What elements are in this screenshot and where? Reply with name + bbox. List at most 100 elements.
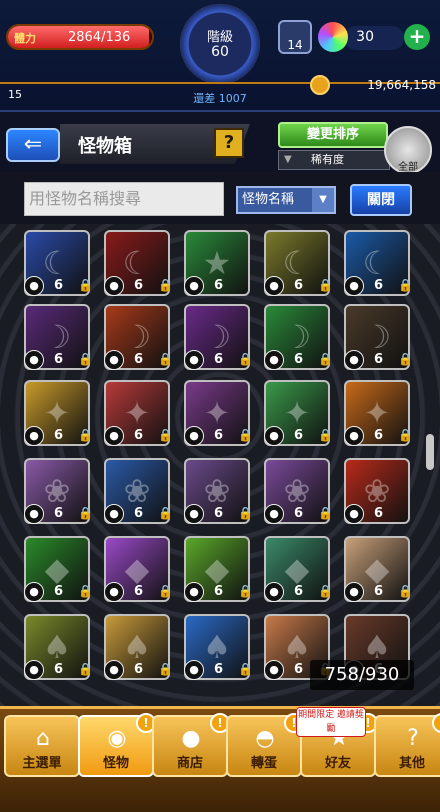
element-icon: ●: [264, 350, 284, 370]
monster-cell[interactable]: ◆ ● 6 🔒: [24, 536, 93, 602]
monster-cell[interactable]: ☽ ● 6 🔒: [24, 304, 93, 370]
nav-label: 其他: [398, 756, 425, 771]
lock-icon: 🔒: [78, 584, 93, 598]
lock-icon: 🔒: [238, 428, 253, 442]
nav-button-3[interactable]: ◓ 轉蛋!: [226, 713, 304, 777]
close-button[interactable]: 關閉: [350, 184, 412, 216]
bottom-nav: ⌂主選單◉怪物!●商店!◓轉蛋!★好友!?其他!期間限定 邀請獎勵: [0, 706, 440, 812]
element-icon: ●: [264, 582, 284, 602]
element-icon: ●: [344, 350, 364, 370]
sort-field[interactable]: 稀有度: [278, 150, 390, 170]
lock-icon: 🔒: [398, 428, 413, 442]
nav-button-2[interactable]: ● 商店!: [152, 713, 230, 777]
name-select[interactable]: 怪物名稱 ▼: [236, 186, 336, 214]
element-icon: ●: [24, 582, 44, 602]
orb-icon: [318, 22, 348, 52]
monster-cell[interactable]: ❀ ● 6 🔒: [104, 458, 173, 524]
lock-icon: 🔒: [78, 506, 93, 520]
lock-icon: 🔒: [398, 352, 413, 366]
rank-badge[interactable]: 階級 60: [180, 4, 260, 84]
element-icon: ●: [184, 276, 204, 296]
header-bar: ⇐ 怪物箱 ? 變更排序 稀有度 ▼ 全部: [0, 112, 440, 174]
monster-cell[interactable]: ❀ ● 6: [344, 458, 410, 524]
box-count: 758/930: [310, 660, 414, 690]
lock-icon: 🔒: [398, 584, 413, 598]
filter-icon: ▼: [284, 154, 292, 165]
monster-cell[interactable]: ✦ ● 6 🔒: [24, 380, 93, 446]
search-input[interactable]: 用怪物名稱搜尋: [24, 182, 224, 216]
monster-cell[interactable]: ☾ ● 6 🔒: [24, 230, 93, 296]
name-select-value: 怪物名稱: [242, 192, 295, 207]
monster-cell[interactable]: ☾ ● 6 🔒: [264, 230, 333, 296]
monster-cell[interactable]: ☽ ● 6 🔒: [344, 304, 413, 370]
monster-level: 6: [374, 506, 384, 521]
all-button[interactable]: 全部: [384, 126, 432, 174]
monster-grid: ☾ ● 6 🔒 ☾ ● 6 🔒 ★ ● 6 ☾ ● 6 🔒 ☾ ● 6 🔒 ☽ ● 6 🔒 ☽ ● 6 🔒 ☽ ● 6 🔒 ☽ ● 6 🔒 ☽ ● 6 🔒 ✦…: [0, 224, 440, 706]
monster-level: 6: [294, 506, 304, 521]
monster-cell[interactable]: ♠●6🔒: [24, 614, 93, 680]
element-icon: ●: [104, 350, 124, 370]
element-icon: ●: [344, 426, 364, 446]
monster-cell[interactable]: ✦ ● 6 🔒: [264, 380, 333, 446]
shop-icon[interactable]: 14: [278, 20, 312, 54]
change-sort-button[interactable]: 變更排序: [278, 122, 388, 148]
element-icon: ●: [24, 660, 44, 680]
monster-level: 6: [134, 584, 144, 599]
monster-cell[interactable]: ☽ ● 6 🔒: [264, 304, 333, 370]
search-row: 用怪物名稱搜尋 怪物名稱 ▼ 關閉: [0, 172, 440, 224]
lock-icon: 🔒: [238, 584, 253, 598]
monster-cell[interactable]: ☽ ● 6 🔒: [104, 304, 173, 370]
monster-cell[interactable]: ♠●6🔒: [184, 614, 253, 680]
monster-cell[interactable]: ❀ ● 6 🔒: [24, 458, 93, 524]
monster-level: 6: [134, 352, 144, 367]
monster-cell[interactable]: ★ ● 6: [184, 230, 250, 296]
monster-cell[interactable]: ◆ ● 6 🔒: [184, 536, 253, 602]
element-icon: ●: [264, 504, 284, 524]
element-icon: ●: [104, 276, 124, 296]
page-title: 怪物箱: [78, 136, 132, 157]
left-number: 15: [8, 88, 22, 101]
monster-level: 6: [294, 662, 304, 677]
lock-icon: 🔒: [318, 278, 333, 292]
monster-cell[interactable]: ☽ ● 6 🔒: [184, 304, 253, 370]
scrollbar[interactable]: [426, 434, 434, 470]
lock-icon: 🔒: [78, 352, 93, 366]
help-button[interactable]: ?: [214, 128, 244, 158]
monster-cell[interactable]: ✦ ● 6 🔒: [104, 380, 173, 446]
lock-icon: 🔒: [158, 584, 173, 598]
monster-cell[interactable]: ❀ ● 6 🔒: [184, 458, 253, 524]
coin-icon: [310, 75, 330, 95]
monster-level: 6: [54, 278, 64, 293]
back-button[interactable]: ⇐: [6, 128, 60, 162]
monster-level: 6: [294, 278, 304, 293]
monster-cell[interactable]: ✦ ● 6 🔒: [184, 380, 253, 446]
monster-cell[interactable]: ✦ ● 6 🔒: [344, 380, 413, 446]
nav-button-5[interactable]: ?其他!: [374, 713, 440, 777]
monster-cell[interactable]: ♠●6🔒: [104, 614, 173, 680]
monster-cell[interactable]: ☾ ● 6 🔒: [104, 230, 173, 296]
lock-icon: 🔒: [158, 506, 173, 520]
monster-cell[interactable]: ◆ ● 6 🔒: [264, 536, 333, 602]
monster-cell[interactable]: ☾ ● 6 🔒: [344, 230, 413, 296]
lock-icon: 🔒: [78, 278, 93, 292]
monster-cell[interactable]: ◆ ● 6 🔒: [104, 536, 173, 602]
monster-level: 6: [54, 662, 64, 677]
element-icon: ●: [184, 504, 204, 524]
element-icon: ●: [104, 660, 124, 680]
element-icon: ●: [24, 350, 44, 370]
lock-icon: 🔒: [238, 506, 253, 520]
monster-level: 6: [54, 506, 64, 521]
lock-icon: 🔒: [238, 352, 253, 366]
monster-level: 6: [214, 428, 224, 443]
element-icon: ●: [264, 660, 284, 680]
monster-level: 6: [374, 352, 384, 367]
monster-cell[interactable]: ◆ ● 6 🔒: [344, 536, 413, 602]
element-icon: ●: [24, 504, 44, 524]
monster-level: 6: [374, 278, 384, 293]
monster-level: 6: [294, 584, 304, 599]
nav-button-1[interactable]: ◉ 怪物!: [78, 713, 156, 777]
rank-value: 60: [211, 44, 229, 60]
buy-orb-button[interactable]: +: [404, 24, 430, 50]
monster-cell[interactable]: ❀ ● 6 🔒: [264, 458, 333, 524]
nav-button-0[interactable]: ⌂ 主選單: [4, 715, 80, 777]
